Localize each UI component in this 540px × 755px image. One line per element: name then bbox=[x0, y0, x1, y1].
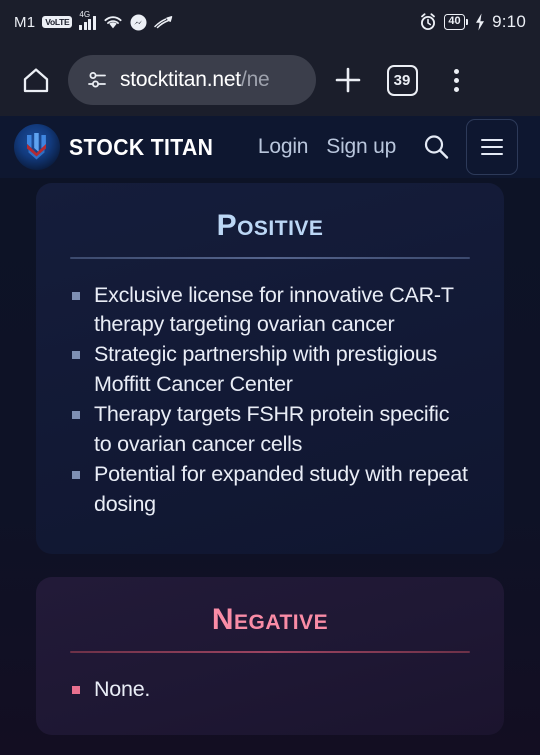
battery-percent-label: 40 bbox=[444, 13, 465, 31]
negative-divider bbox=[70, 651, 470, 653]
carrier-label: M1 bbox=[14, 13, 36, 31]
clock-label: 9:10 bbox=[492, 12, 526, 31]
volte-badge: VoLTE bbox=[42, 15, 73, 29]
strava-icon bbox=[154, 15, 173, 30]
overflow-menu-icon bbox=[453, 68, 459, 92]
negative-card: Negative None. bbox=[36, 577, 504, 736]
positive-divider bbox=[70, 257, 470, 259]
list-item: Strategic partnership with prestigious M… bbox=[70, 340, 470, 399]
messenger-icon bbox=[130, 14, 147, 31]
wifi-icon bbox=[103, 14, 123, 30]
home-button[interactable] bbox=[14, 58, 58, 102]
hamburger-menu-icon bbox=[481, 138, 504, 156]
url-path: /ne bbox=[240, 68, 270, 91]
status-bar-left: M1 VoLTE 4G bbox=[14, 10, 173, 31]
list-item: Potential for expanded study with repeat… bbox=[70, 460, 470, 519]
battery-indicator: 40 bbox=[444, 13, 469, 31]
signup-link[interactable]: Sign up bbox=[326, 135, 396, 159]
signal-icon: 4G bbox=[79, 10, 96, 30]
positive-title: Positive bbox=[216, 209, 324, 242]
tab-switcher-button[interactable]: 39 bbox=[380, 58, 424, 102]
stock-titan-logo-icon[interactable] bbox=[14, 124, 60, 170]
url-text[interactable]: stocktitan.net/ne bbox=[120, 68, 270, 92]
list-item: None. bbox=[70, 675, 470, 704]
positive-card: Positive Exclusive license for innovativ… bbox=[36, 183, 504, 555]
status-bar-right: 40 9:10 bbox=[419, 12, 526, 32]
home-icon bbox=[21, 65, 51, 95]
list-item: Therapy targets FSHR protein specific to… bbox=[70, 400, 470, 459]
negative-list: None. bbox=[70, 675, 470, 704]
hamburger-menu-button[interactable] bbox=[466, 119, 519, 175]
plus-icon bbox=[333, 65, 363, 95]
browser-menu-button[interactable] bbox=[434, 58, 478, 102]
negative-title: Negative bbox=[211, 603, 329, 637]
page-content: Positive Exclusive license for innovativ… bbox=[0, 178, 540, 755]
url-bar[interactable]: stocktitan.net/ne bbox=[68, 55, 316, 105]
android-status-bar: M1 VoLTE 4G 40 9:10 bbox=[0, 0, 540, 44]
tune-icon[interactable] bbox=[86, 69, 108, 91]
charging-bolt-icon bbox=[475, 13, 485, 31]
search-button[interactable] bbox=[416, 127, 456, 167]
alarm-icon bbox=[419, 13, 437, 31]
search-icon bbox=[421, 132, 451, 162]
positive-list: Exclusive license for innovative CAR-T t… bbox=[70, 281, 470, 520]
network-type-label: 4G bbox=[79, 10, 91, 19]
login-link[interactable]: Login bbox=[258, 135, 309, 159]
url-host: stocktitan.net bbox=[120, 68, 241, 91]
site-header: STOCK TITAN Login Sign up bbox=[0, 116, 540, 178]
list-item: Exclusive license for innovative CAR-T t… bbox=[70, 281, 470, 340]
browser-toolbar: stocktitan.net/ne 39 bbox=[0, 44, 540, 116]
new-tab-button[interactable] bbox=[326, 58, 370, 102]
brand-name[interactable]: STOCK TITAN bbox=[69, 134, 213, 161]
tab-count-label: 39 bbox=[386, 64, 418, 96]
